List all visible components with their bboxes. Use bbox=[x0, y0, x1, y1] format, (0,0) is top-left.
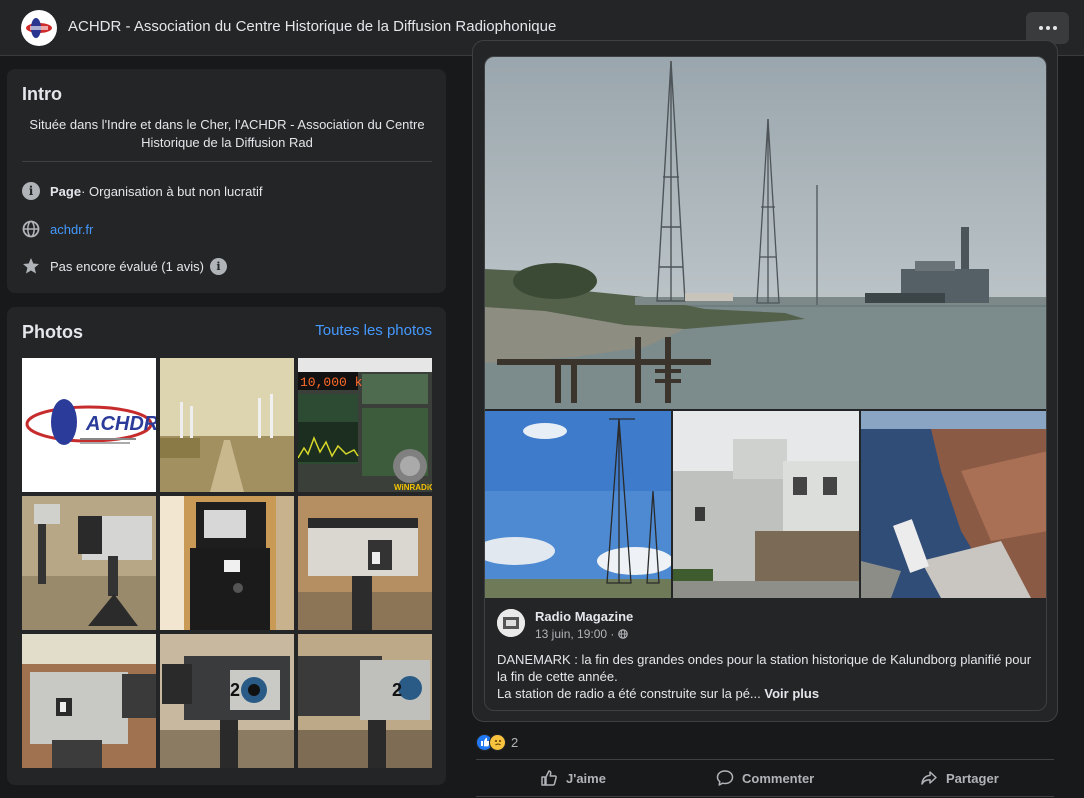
website-row: achdr.fr bbox=[22, 219, 93, 239]
page-title: ACHDR - Association du Centre Historique… bbox=[68, 18, 557, 35]
photo-tile-road-masts[interactable] bbox=[160, 358, 294, 492]
post-image-harbor-aerial[interactable] bbox=[861, 411, 1046, 598]
page-label: Page bbox=[50, 183, 82, 199]
photo-tile-tv-camera-side[interactable] bbox=[298, 496, 432, 630]
post-image-mast-sky[interactable] bbox=[485, 411, 673, 598]
page-category-row: i Page · Organisation à but non lucratif bbox=[22, 181, 262, 201]
actions-bottom-divider bbox=[476, 796, 1054, 797]
like-label: J'aime bbox=[566, 770, 606, 786]
post-text-line1: DANEMARK : la fin des grandes ondes pour… bbox=[497, 652, 1032, 684]
photo-tile-achdr-logo[interactable]: ACHDR bbox=[22, 358, 156, 492]
page-logo[interactable] bbox=[21, 10, 57, 46]
page-category: · Organisation à but non lucratif bbox=[81, 183, 263, 199]
svg-text:2: 2 bbox=[392, 680, 402, 700]
intro-description: Située dans l'Indre et dans le Cher, l'A… bbox=[29, 117, 425, 150]
photo-tile-camera-2-alsace[interactable]: 2 bbox=[160, 634, 294, 768]
info-icon: i bbox=[22, 182, 40, 200]
intro-title: Intro bbox=[22, 84, 62, 104]
globe-icon bbox=[22, 220, 40, 238]
comment-button[interactable]: Commenter bbox=[716, 768, 814, 788]
photo-grid: ACHDR 10,000 kHz WiNRADiO 2 2 bbox=[22, 358, 432, 768]
like-button[interactable]: J'aime bbox=[540, 768, 606, 788]
intro-card: Intro Située dans l'Indre et dans le Che… bbox=[7, 69, 446, 293]
reaction-summary[interactable]: 2 bbox=[476, 732, 518, 752]
photo-tile-camera-1[interactable] bbox=[22, 634, 156, 768]
shared-post[interactable]: Radio Magazine 13 juin, 19:00 · DANEMARK… bbox=[484, 56, 1047, 711]
post-image-kalundborg-towers[interactable] bbox=[485, 57, 1046, 409]
photo-tile-tv-camera-front[interactable] bbox=[160, 496, 294, 630]
author-avatar[interactable] bbox=[497, 609, 525, 637]
svg-text:2: 2 bbox=[230, 680, 240, 700]
photo-tile-camera-2-alsace-b[interactable]: 2 bbox=[298, 634, 432, 768]
website-link[interactable]: achdr.fr bbox=[50, 222, 93, 237]
post-author[interactable]: Radio Magazine bbox=[535, 609, 633, 624]
photo-tile-winradio-screen[interactable]: 10,000 kHz WiNRADiO bbox=[298, 358, 432, 492]
sad-reaction-icon bbox=[489, 733, 506, 751]
photos-title: Photos bbox=[22, 322, 83, 342]
post-image-station-building[interactable] bbox=[673, 411, 859, 598]
rating-text: Pas encore évalué (1 avis) bbox=[50, 258, 204, 274]
star-icon bbox=[22, 257, 40, 275]
rating-info-icon[interactable]: i bbox=[209, 257, 227, 275]
actions-divider bbox=[476, 759, 1054, 760]
post-text-line2: La station de radio a été construite sur… bbox=[497, 686, 761, 701]
see-more-link[interactable]: Voir plus bbox=[761, 686, 819, 701]
see-all-photos-link[interactable]: Toutes les photos bbox=[315, 322, 432, 339]
photo-tile-tv-camera[interactable] bbox=[22, 496, 156, 630]
logo-text: ACHDR bbox=[85, 413, 156, 435]
thumbs-up-icon bbox=[541, 770, 557, 786]
reaction-count[interactable]: 2 bbox=[511, 735, 518, 750]
post-text: DANEMARK : la fin des grandes ondes pour… bbox=[497, 651, 1037, 702]
rating-row: Pas encore évalué (1 avis) i bbox=[22, 256, 227, 276]
photos-card: Photos Toutes les photos ACHDR 10,000 kH… bbox=[7, 307, 446, 785]
post-text-line2-wrap: La station de radio a été construite sur… bbox=[497, 685, 1037, 702]
share-button[interactable]: Partager bbox=[920, 768, 999, 788]
post-date-text[interactable]: 13 juin, 19:00 · bbox=[535, 627, 618, 641]
post-date[interactable]: 13 juin, 19:00 · bbox=[535, 627, 628, 641]
comment-icon bbox=[716, 770, 734, 786]
globe-icon bbox=[617, 629, 628, 639]
svg-text:WiNRADiO: WiNRADiO bbox=[394, 483, 432, 492]
share-icon bbox=[921, 771, 937, 785]
intro-divider bbox=[22, 161, 432, 162]
share-label: Partager bbox=[946, 770, 999, 786]
comment-label: Commenter bbox=[742, 770, 815, 786]
ellipsis-icon bbox=[1038, 26, 1043, 30]
